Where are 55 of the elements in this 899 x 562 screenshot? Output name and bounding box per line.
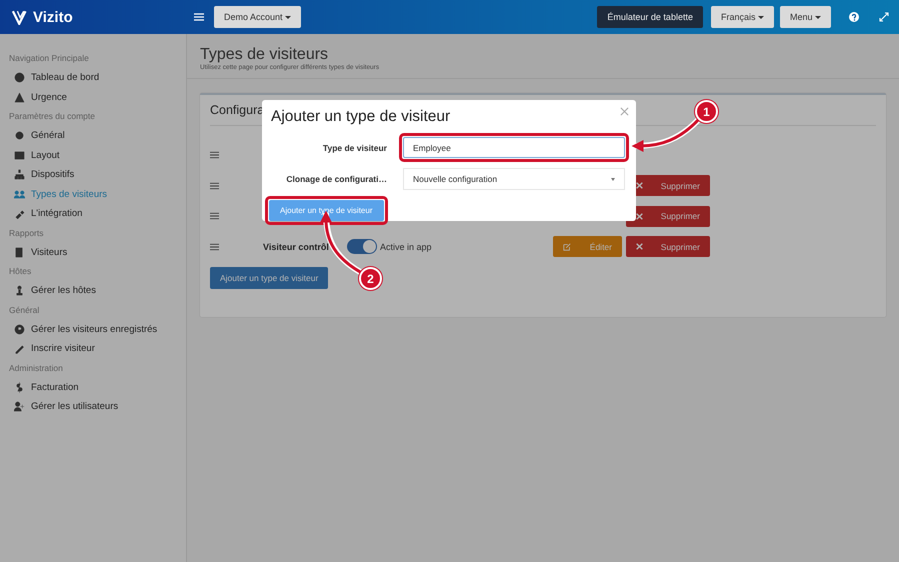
field-label: Clonage de configurati… xyxy=(285,174,387,184)
step-number-badge: 2 xyxy=(359,267,382,290)
language-dropdown[interactable]: Français xyxy=(710,6,774,28)
sidebar-section-title: Paramètres du compte xyxy=(8,110,96,123)
help-icon[interactable] xyxy=(849,12,859,22)
sidebar-item[interactable]: Dispositifs xyxy=(0,165,186,184)
sitemap-icon xyxy=(14,169,25,180)
delete-button[interactable]: Supprimer xyxy=(626,206,710,227)
registered-icon xyxy=(14,324,25,335)
sidebar-item[interactable]: Tableau de bord xyxy=(0,68,186,88)
sidebar-section-title: Rapports xyxy=(8,226,44,240)
sidebar-section-title: Navigation Principale xyxy=(8,52,90,65)
input-field[interactable]: Employee xyxy=(403,137,625,158)
sidebar-item[interactable]: Urgence xyxy=(0,88,186,107)
select-field[interactable]: Nouvelle configuration xyxy=(403,168,625,190)
modal-title: Ajouter un type de visiteur xyxy=(271,108,450,126)
sidebar-item[interactable]: Gérer les utilisateurs xyxy=(0,397,186,416)
step-number-badge: 1 xyxy=(695,100,718,123)
menu-icon[interactable] xyxy=(194,13,204,21)
field-label: Type de visiteur xyxy=(322,142,387,152)
toggle-switch[interactable] xyxy=(347,239,377,254)
sidebar-item[interactable]: Facturation xyxy=(0,378,186,397)
logo-text: Vizito xyxy=(33,8,73,26)
sidebar-item[interactable]: L'intégration xyxy=(0,204,186,224)
visitor-type-name: Visiteur contrôl xyxy=(263,242,330,252)
sidebar-section-title: Administration xyxy=(8,362,64,374)
warning-icon xyxy=(14,92,25,103)
add-visitor-type-button[interactable]: Ajouter un type de visiteur xyxy=(210,267,328,289)
sidebar-section-title: Général xyxy=(8,304,40,316)
drag-handle-icon[interactable] xyxy=(210,242,219,251)
page-title: Types de visiteurs xyxy=(200,46,330,64)
sidebar-item[interactable]: Général xyxy=(0,126,186,146)
edit-icon xyxy=(563,242,571,251)
delete-button[interactable]: Supprimer xyxy=(626,236,710,258)
pencil-icon xyxy=(14,343,25,354)
plug-icon xyxy=(14,208,25,220)
book-icon xyxy=(14,246,25,258)
drag-handle-icon[interactable] xyxy=(210,182,219,190)
toggle-label: Active in app xyxy=(380,242,432,252)
sidebar-item[interactable]: Visiteurs xyxy=(0,242,186,262)
sidebar-item[interactable]: Inscrire visiteur xyxy=(0,339,186,358)
expand-icon[interactable] xyxy=(879,12,889,22)
drag-handle-icon[interactable] xyxy=(210,151,219,160)
drag-handle-icon[interactable] xyxy=(210,212,219,220)
sidebar-item[interactable]: Gérer les hôtes xyxy=(0,281,186,300)
person-icon xyxy=(14,285,25,296)
add-user-icon xyxy=(14,401,25,412)
sidebar-item[interactable]: Gérer les visiteurs enregistrés xyxy=(0,320,186,339)
account-dropdown[interactable]: Demo Account xyxy=(214,6,302,28)
sidebar-section-title: Hôtes xyxy=(8,265,32,278)
menu-dropdown[interactable]: Menu xyxy=(780,6,831,28)
tablet-emulator-button[interactable]: Émulateur de tablette xyxy=(597,6,703,28)
close-icon xyxy=(636,243,643,250)
users-icon xyxy=(14,188,25,200)
sidebar-item[interactable]: Layout xyxy=(0,146,186,165)
